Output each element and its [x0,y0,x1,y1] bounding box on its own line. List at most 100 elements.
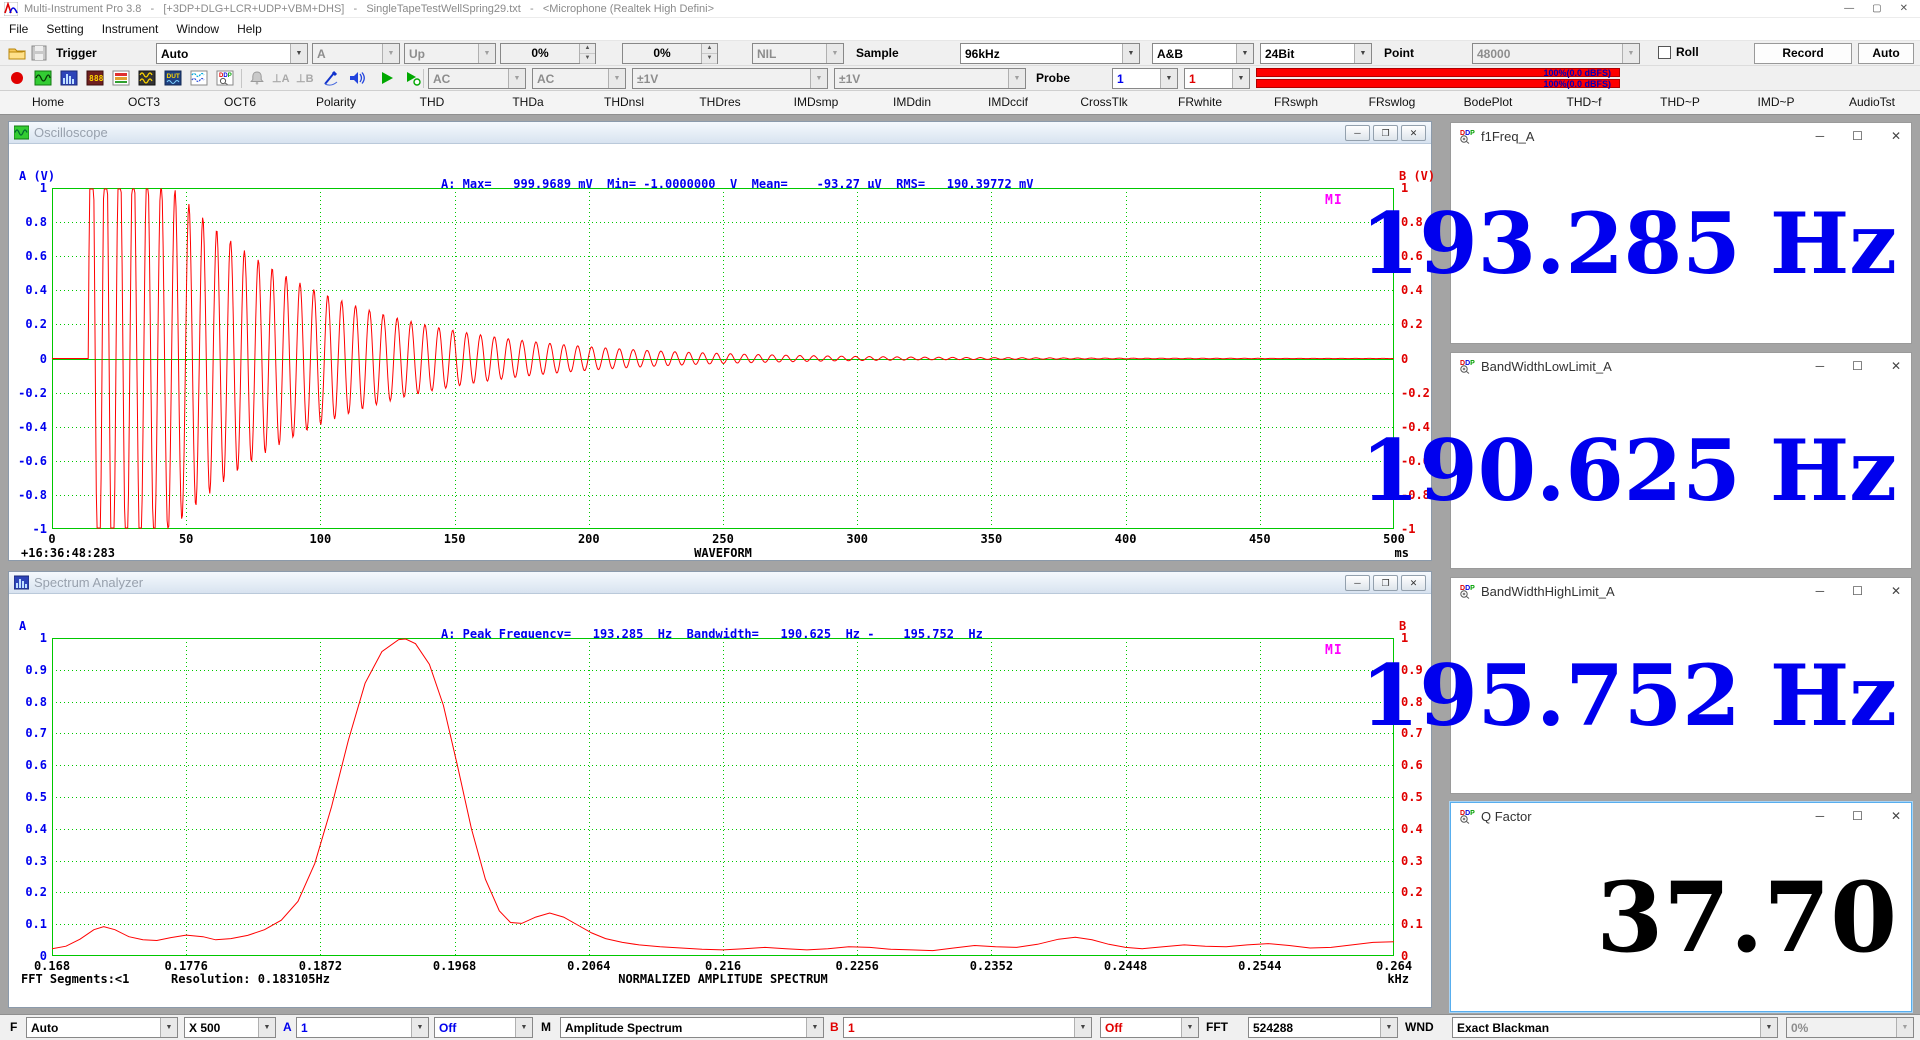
dropdown-arrow-icon[interactable]: ▼ [382,44,399,63]
tab-imddin[interactable]: IMDdin [864,91,960,114]
record-button[interactable]: Record [1754,43,1852,64]
frequency-rejection-select[interactable]: NIL▼ [752,43,844,64]
dropdown-arrow-icon[interactable]: ▼ [160,1018,177,1037]
tab-oct3[interactable]: OCT3 [96,91,192,114]
calibration-probe-button[interactable] [322,69,340,87]
tab-imdsmp[interactable]: IMDsmp [768,91,864,114]
maximize-button[interactable]: ☐ [1852,809,1863,823]
minimize-button[interactable]: ─ [1816,129,1825,143]
dropdown-arrow-icon[interactable]: ▼ [1074,1018,1091,1037]
spectrum-titlebar[interactable]: Spectrum Analyzer ─ ❐ ✕ [9,572,1431,594]
dropdown-arrow-icon[interactable]: ▼ [1122,44,1139,63]
oscilloscope-button[interactable] [34,69,52,87]
tab-imdp[interactable]: IMD~P [1728,91,1824,114]
menu-item-help[interactable]: Help [228,18,271,40]
menu-item-instrument[interactable]: Instrument [93,18,168,40]
dropdown-arrow-icon[interactable]: ▼ [1354,44,1371,63]
window-function-select[interactable]: Exact Blackman▼ [1452,1017,1778,1038]
close-button[interactable]: ✕ [1891,129,1901,143]
bit-depth-select[interactable]: 24Bit▼ [1260,43,1372,64]
trigger-edge-select[interactable]: Up▼ [404,43,496,64]
checkbox-box[interactable] [1658,46,1671,59]
dropdown-arrow-icon[interactable]: ▼ [1160,69,1177,88]
maximize-button[interactable]: ☐ [1852,584,1863,598]
dropdown-arrow-icon[interactable]: ▼ [1232,69,1249,88]
tab-thdf[interactable]: THD~f [1536,91,1632,114]
dropdown-arrow-icon[interactable]: ▼ [1760,1018,1777,1037]
dropdown-arrow-icon[interactable]: ▼ [1896,1018,1913,1037]
coupling-b-select[interactable]: AC▼ [532,68,626,89]
dropdown-arrow-icon[interactable]: ▼ [1380,1018,1397,1037]
tab-frwhite[interactable]: FRwhite [1152,91,1248,114]
coupling-a-select[interactable]: AC▼ [428,68,526,89]
minimize-button[interactable]: ─ [1345,125,1370,141]
trigger-mode-select[interactable]: Auto▼ [156,43,308,64]
tab-thd[interactable]: THD [384,91,480,114]
dropdown-arrow-icon[interactable]: ▼ [806,1018,823,1037]
tab-crosstlk[interactable]: CrossTlk [1056,91,1152,114]
minimize-button[interactable]: ─ [1816,809,1825,823]
close-button[interactable]: ✕ [1891,809,1901,823]
dropdown-arrow-icon[interactable]: ▼ [411,1018,428,1037]
run-indicator-icon[interactable] [8,69,26,87]
view-mode-select[interactable]: Amplitude Spectrum▼ [560,1017,824,1038]
spectrum-3d-plot-button[interactable] [112,69,130,87]
maximize-button[interactable]: ☐ [1852,129,1863,143]
cursor-b-button[interactable]: ⊥B [296,72,314,85]
dropdown-arrow-icon[interactable]: ▼ [1008,69,1025,88]
multimeter-button[interactable]: 888 [86,69,104,87]
oscilloscope-titlebar[interactable]: Oscilloscope ─ ❐ ✕ [9,122,1431,144]
ddp-viewer-button[interactable]: DDP [216,69,234,87]
gain-a-select[interactable]: 1▼ [296,1017,429,1038]
range-b-select[interactable]: ±1V▼ [834,68,1026,89]
dropdown-arrow-icon[interactable]: ▼ [1236,44,1253,63]
trigger-source-select[interactable]: A▼ [312,43,400,64]
dropdown-arrow-icon[interactable]: ▼ [290,44,307,63]
zoom-factor-select[interactable]: X 500▼ [184,1017,276,1038]
spinner-down-icon[interactable]: ▼ [580,54,595,64]
menu-item-window[interactable]: Window [167,18,228,40]
tab-frswlog[interactable]: FRswlog [1344,91,1440,114]
window-maximize-button[interactable]: ▢ [1872,0,1881,18]
open-file-icon[interactable] [8,44,26,62]
window-minimize-button[interactable]: — [1844,0,1854,18]
tab-bodeplot[interactable]: BodePlot [1440,91,1536,114]
tab-thdres[interactable]: THDres [672,91,768,114]
vibrometer-button[interactable] [190,69,208,87]
trigger-delay-spinner[interactable]: 0% ▲▼ [622,43,718,64]
minimize-button[interactable]: ─ [1816,584,1825,598]
device-test-plan-button[interactable]: DUT [164,69,182,87]
close-button[interactable]: ✕ [1891,359,1901,373]
dropdown-arrow-icon[interactable]: ▼ [826,44,843,63]
overlap-select[interactable]: 0%▼ [1786,1017,1914,1038]
close-button[interactable]: ✕ [1891,584,1901,598]
dropdown-arrow-icon[interactable]: ▼ [608,69,625,88]
tab-thdp[interactable]: THD~P [1632,91,1728,114]
spectrum-analyzer-button[interactable] [60,69,78,87]
run-loop-button[interactable] [404,69,422,87]
dropdown-arrow-icon[interactable]: ▼ [810,69,827,88]
dropdown-arrow-icon[interactable]: ▼ [478,44,495,63]
menu-item-file[interactable]: File [0,18,37,40]
weighting-a-select[interactable]: Off▼ [434,1017,533,1038]
roll-checkbox[interactable]: Roll [1658,45,1699,59]
restore-button[interactable]: ❐ [1373,125,1398,141]
close-button[interactable]: ✕ [1401,575,1426,591]
ddp-titlebar[interactable]: DDPBandWidthHighLimit_A─☐✕ [1451,578,1911,604]
dropdown-arrow-icon[interactable]: ▼ [1181,1018,1198,1037]
probe-b-select[interactable]: 1▼ [1184,68,1250,89]
tab-imdccif[interactable]: IMDccif [960,91,1056,114]
alarm-button[interactable] [248,69,266,87]
tab-frswph[interactable]: FRswph [1248,91,1344,114]
ddp-titlebar[interactable]: DDPf1Freq_A─☐✕ [1451,123,1911,149]
cursor-a-button[interactable]: ⊥A [272,72,290,85]
save-icon[interactable] [30,44,48,62]
window-close-button[interactable]: ✕ [1900,0,1908,18]
tab-audiotst[interactable]: AudioTst [1824,91,1920,114]
record-length-select[interactable]: 48000▼ [1472,43,1640,64]
gain-b-select[interactable]: 1▼ [843,1017,1092,1038]
tab-thdnsl[interactable]: THDnsl [576,91,672,114]
channels-select[interactable]: A&B▼ [1152,43,1254,64]
close-button[interactable]: ✕ [1401,125,1426,141]
tab-polarity[interactable]: Polarity [288,91,384,114]
